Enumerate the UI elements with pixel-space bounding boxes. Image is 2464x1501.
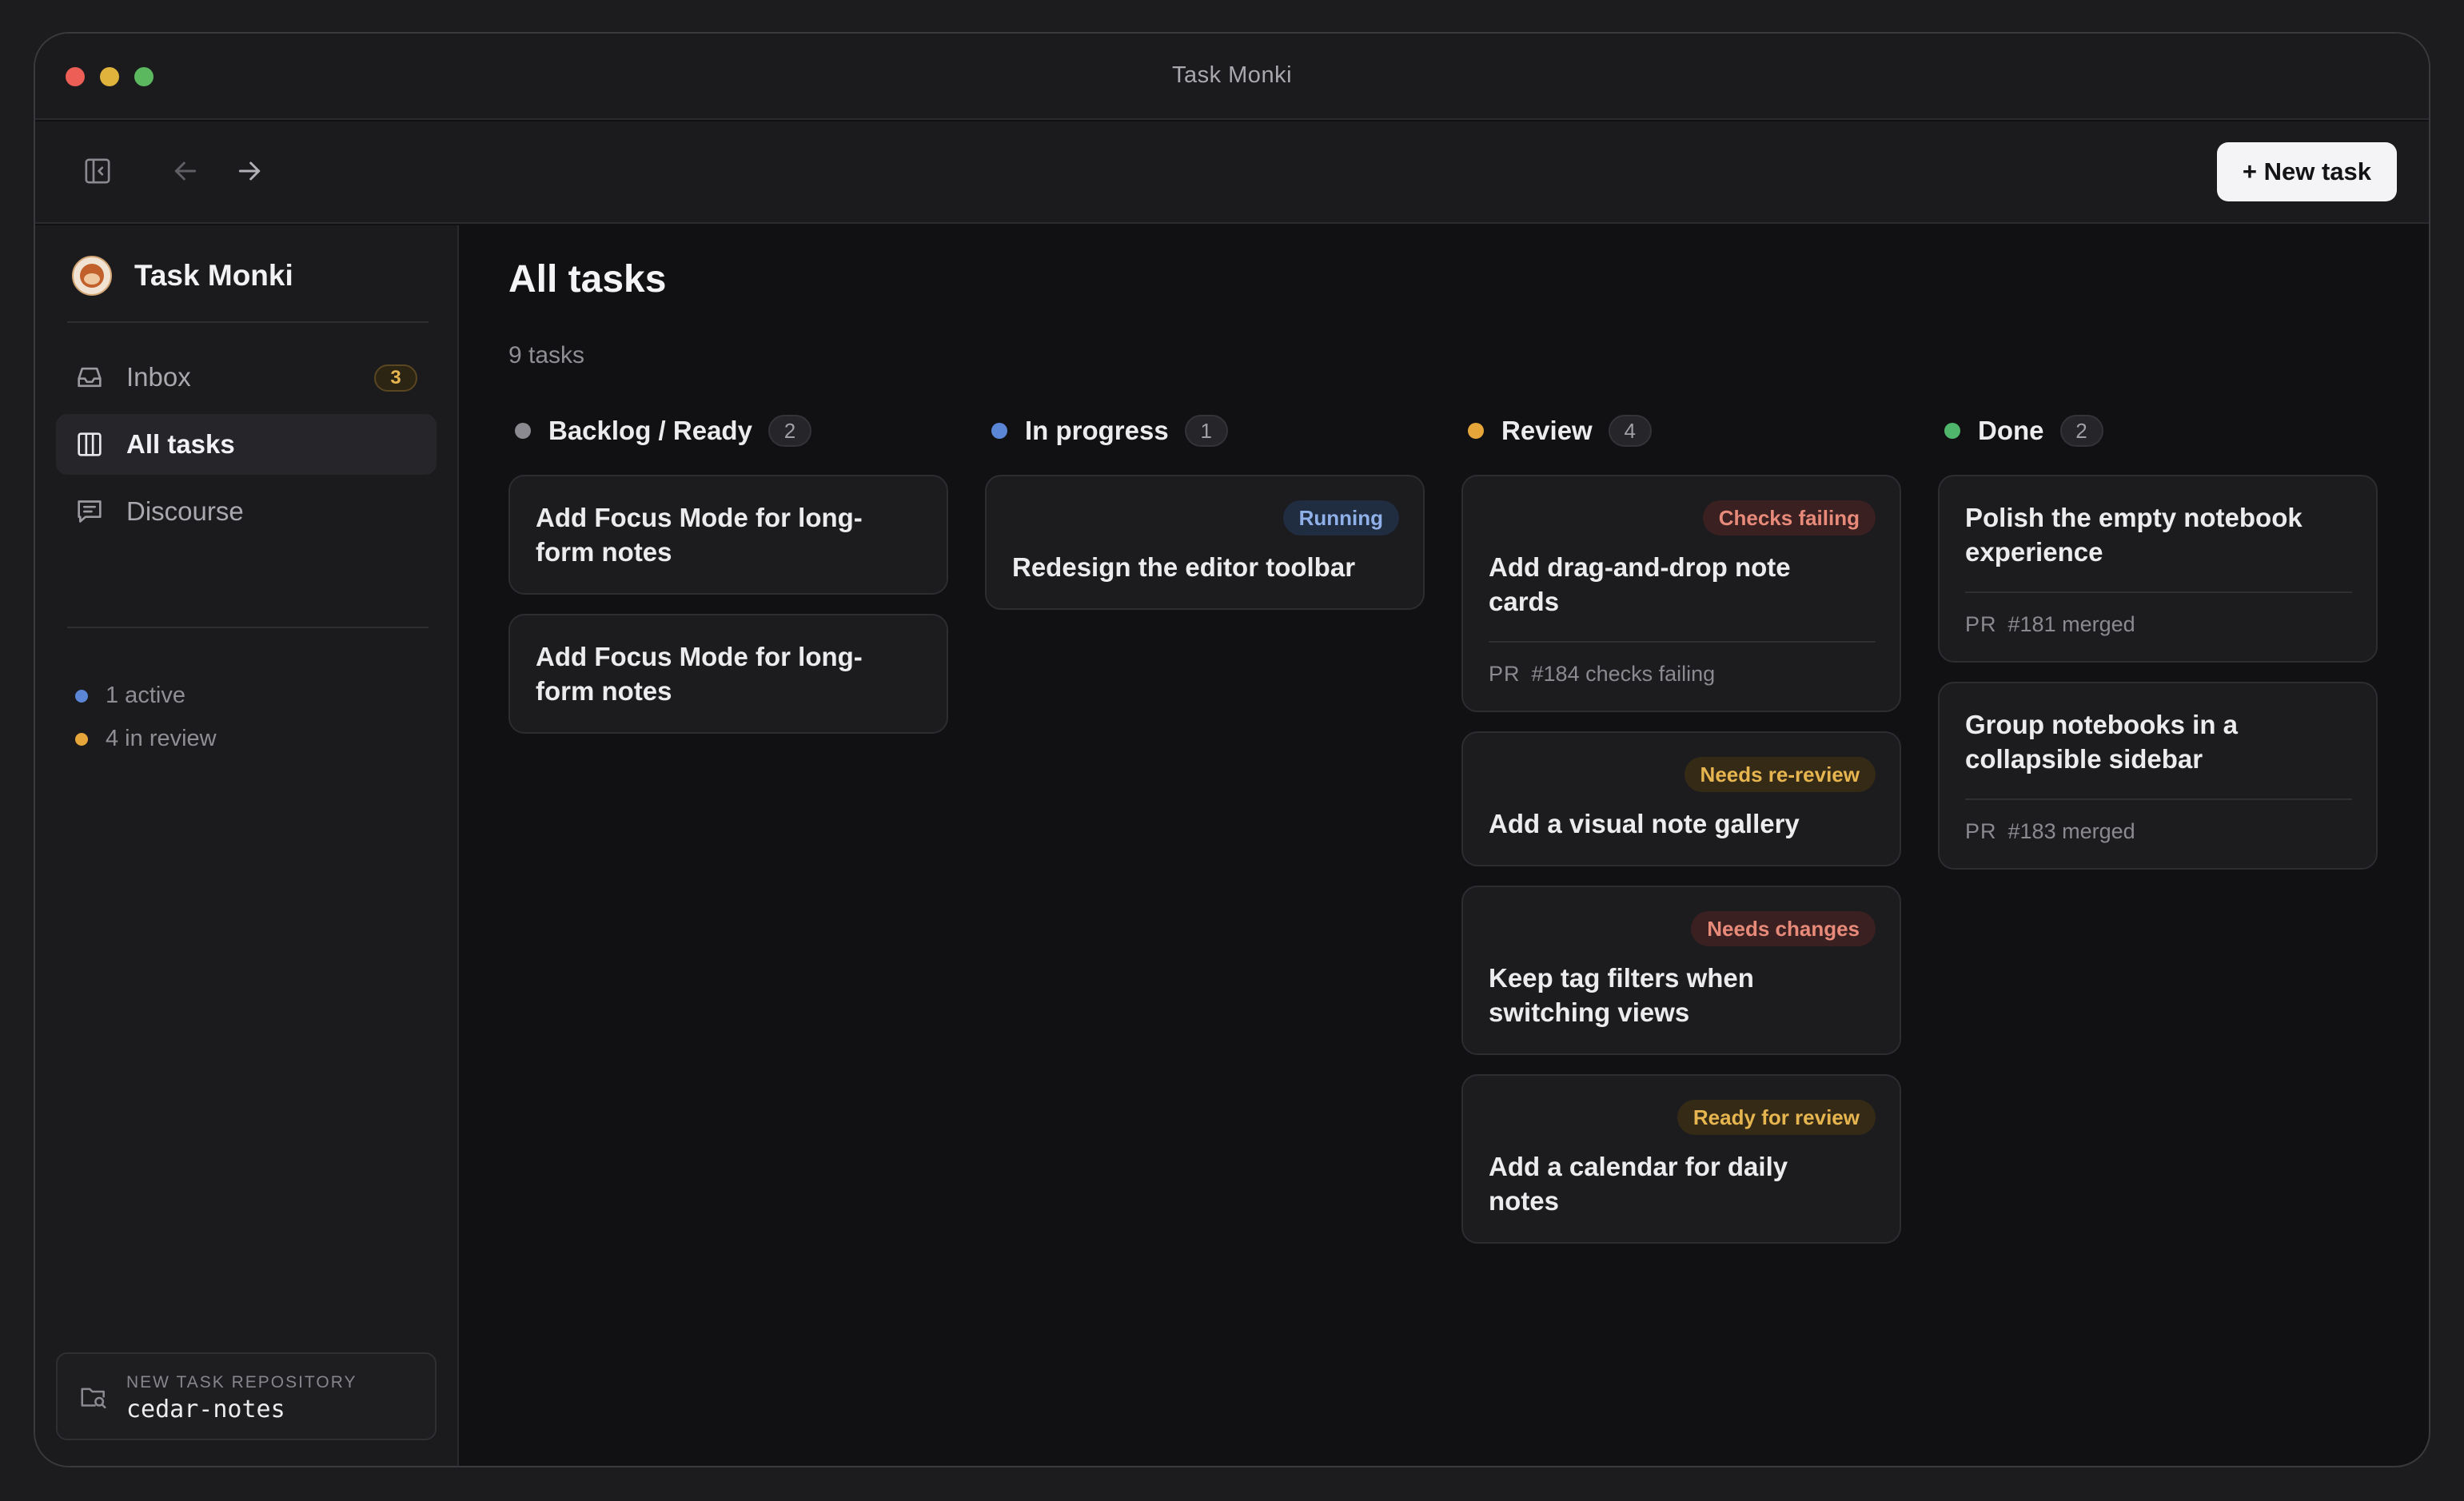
app-window: Task Monki + New task Task Monki Inbox 3	[34, 32, 2430, 1467]
sidebar: Task Monki Inbox 3 All tasks Discourse 1	[35, 225, 459, 1466]
column-title: Backlog / Ready	[548, 416, 752, 445]
sidebar-item-label: Discourse	[126, 496, 244, 526]
status-dot	[1944, 423, 1960, 439]
sidebar-item-label: Inbox	[126, 362, 191, 392]
active-status-dot	[75, 689, 88, 703]
task-card[interactable]: Add Focus Mode for long-form notes	[508, 475, 948, 595]
title-bar: Task Monki	[35, 34, 2429, 120]
task-title: Add a calendar for daily notes	[1489, 1152, 1788, 1216]
column-header: Done 2	[1938, 411, 2378, 451]
inbox-count-badge: 3	[374, 364, 417, 392]
status-badge: Ready for review	[1677, 1100, 1876, 1135]
task-title: Add a visual note gallery	[1489, 809, 1800, 838]
task-title: Group notebooks in a collapsible sidebar	[1965, 710, 2239, 774]
task-title: Add Focus Mode for long-form notes	[536, 503, 863, 567]
task-card[interactable]: Checks failing Add drag-and-drop note ca…	[1461, 475, 1901, 712]
task-title: Redesign the editor toolbar	[1012, 552, 1356, 582]
status-dot	[515, 423, 531, 439]
task-count: 9 tasks	[508, 342, 585, 368]
column-title: Done	[1978, 416, 2044, 445]
pr-label: PR	[1489, 662, 1521, 686]
status-badge: Needs changes	[1691, 911, 1876, 946]
pr-status: #184 checks failing	[1531, 662, 1716, 686]
column-done: Done 2 Polish the empty notebook experie…	[1938, 411, 2378, 889]
column-title: In progress	[1025, 416, 1169, 445]
divider	[67, 627, 429, 628]
brand-name: Task Monki	[134, 259, 293, 292]
pull-request-info: PR #183 merged	[1965, 798, 2352, 844]
new-task-button[interactable]: + New task	[2216, 142, 2397, 201]
column-count: 1	[1184, 415, 1228, 447]
review-status-dot	[75, 732, 88, 746]
divider	[67, 321, 429, 323]
sidebar-item-label: All tasks	[126, 429, 235, 459]
pr-label: PR	[1965, 819, 1997, 843]
task-title: Add Focus Mode for long-form notes	[536, 642, 863, 706]
column-header: Backlog / Ready 2	[508, 411, 948, 451]
pr-status: #183 merged	[2007, 819, 2135, 843]
status-badge: Needs re-review	[1684, 757, 1876, 792]
column-review: Review 4 Checks failing Add drag-and-dro…	[1461, 411, 1901, 1263]
column-count: 2	[2059, 415, 2103, 447]
sidebar-item-all-tasks[interactable]: All tasks	[56, 414, 437, 475]
page-title: All tasks	[508, 258, 667, 301]
brand: Task Monki	[72, 256, 293, 296]
sidebar-toggle-icon[interactable]	[82, 155, 114, 187]
task-card[interactable]: Group notebooks in a collapsible sidebar…	[1938, 682, 2378, 870]
pull-request-info: PR #184 checks failing	[1489, 641, 1876, 687]
stat-label: 4 in review	[106, 726, 217, 751]
task-title: Keep tag filters when switching views	[1489, 963, 1754, 1027]
column-count: 4	[1608, 415, 1652, 447]
task-title: Add drag-and-drop note cards	[1489, 552, 1791, 616]
task-card[interactable]: Ready for review Add a calendar for dail…	[1461, 1074, 1901, 1244]
status-dot	[991, 423, 1007, 439]
main-content: All tasks 9 tasks Backlog / Ready 2 Add …	[461, 225, 2429, 1466]
status-badge: Checks failing	[1702, 500, 1876, 536]
task-card[interactable]: Needs changes Keep tag filters when swit…	[1461, 886, 1901, 1055]
status-badge: Running	[1282, 500, 1399, 536]
forward-arrow-icon[interactable]	[233, 155, 265, 187]
repository-label: NEW TASK REPOSITORY	[126, 1373, 357, 1392]
task-card[interactable]: Needs re-review Add a visual note galler…	[1461, 731, 1901, 866]
repository-selector[interactable]: NEW TASK REPOSITORY cedar-notes	[56, 1352, 437, 1440]
task-card[interactable]: Add Focus Mode for long-form notes	[508, 614, 948, 734]
window-title: Task Monki	[1171, 62, 1293, 88]
toolbar: + New task	[35, 121, 2429, 224]
column-title: Review	[1501, 416, 1593, 445]
sidebar-item-discourse[interactable]: Discourse	[56, 481, 437, 542]
folder-repo-icon	[78, 1383, 109, 1413]
pull-request-info: PR #181 merged	[1965, 591, 2352, 637]
monkey-avatar-icon	[72, 256, 112, 296]
column-count: 2	[768, 415, 811, 447]
review-stat: 4 in review	[75, 726, 217, 752]
message-icon	[74, 496, 106, 528]
inbox-icon	[74, 361, 106, 393]
task-card[interactable]: Running Redesign the editor toolbar	[985, 475, 1425, 610]
column-backlog-ready: Backlog / Ready 2 Add Focus Mode for lon…	[508, 411, 948, 753]
active-stat: 1 active	[75, 683, 185, 709]
status-dot	[1468, 423, 1484, 439]
columns-icon	[74, 428, 106, 460]
stat-label: 1 active	[106, 683, 185, 708]
column-in-progress: In progress 1 Running Redesign the edito…	[985, 411, 1425, 629]
repository-name: cedar-notes	[126, 1395, 285, 1423]
pr-status: #181 merged	[2007, 612, 2135, 636]
back-arrow-icon[interactable]	[169, 155, 201, 187]
column-header: In progress 1	[985, 411, 1425, 451]
task-card[interactable]: Polish the empty notebook experience PR #…	[1938, 475, 2378, 663]
pr-label: PR	[1965, 612, 1997, 636]
task-title: Polish the empty notebook experience	[1965, 503, 2303, 567]
column-header: Review 4	[1461, 411, 1901, 451]
sidebar-item-inbox[interactable]: Inbox 3	[56, 347, 437, 408]
